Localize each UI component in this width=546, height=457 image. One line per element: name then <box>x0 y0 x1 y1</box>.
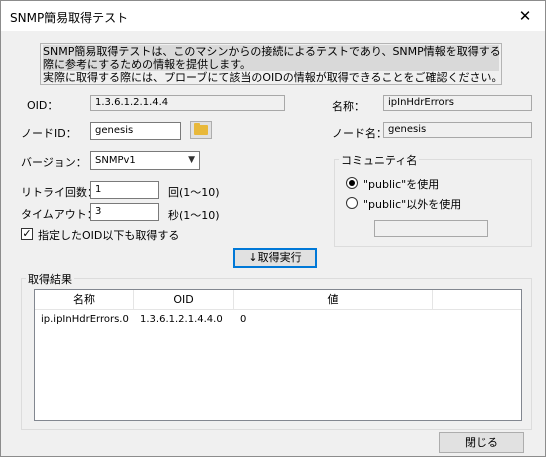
oid-field: 1.3.6.1.2.1.4.4 <box>90 95 285 111</box>
description-line: SNMP簡易取得テストは、このマシンからの接続によるテストであり、SNMP情報を… <box>43 45 501 58</box>
row-name-cell: ip.ipInHdrErrors.0 <box>41 314 129 325</box>
node-id-label: ノードID： <box>21 127 77 140</box>
oid-label: OID： <box>27 99 59 112</box>
window-title: SNMP簡易取得テスト <box>10 11 129 25</box>
retry-input[interactable]: 1 <box>90 181 159 199</box>
retry-label: リトライ回数： <box>21 186 98 199</box>
community-group-title: コミュニティ名 <box>339 152 420 168</box>
column-header-value[interactable]: 値 <box>234 290 433 310</box>
node-name-field: genesis <box>383 122 532 138</box>
timeout-input[interactable]: 3 <box>90 203 159 221</box>
dialog-window: SNMP簡易取得テスト ✕ SNMP簡易取得テストは、このマシンからの接続による… <box>0 0 546 457</box>
node-id-input[interactable]: genesis <box>90 122 181 140</box>
browse-node-button[interactable] <box>190 121 212 139</box>
description-line: 実際に取得する際には、プローブにて該当のOIDの情報が取得できることをご確認くだ… <box>43 71 502 84</box>
retry-unit: 回(1〜10) <box>168 186 220 199</box>
other-community-radio-label: "public"以外を使用 <box>363 198 462 211</box>
close-button[interactable]: 閉じる <box>439 432 524 453</box>
version-selected-value: SNMPv1 <box>95 155 136 166</box>
public-radio[interactable] <box>346 177 358 189</box>
public-radio-label: "public"を使用 <box>363 178 440 191</box>
folder-icon <box>194 123 208 135</box>
table-row[interactable]: ip.ipInHdrErrors.0 1.3.6.1.2.1.4.4.0 0 <box>35 312 521 328</box>
include-below-label: 指定したOID以下も取得する <box>38 229 180 242</box>
include-below-checkbox[interactable]: ✓ <box>21 228 33 240</box>
description-line: 際に参考にするための情報を提供します。 <box>43 58 499 71</box>
timeout-unit: 秒(1〜10) <box>168 209 220 222</box>
name-label: 名称： <box>332 100 365 113</box>
description-box: SNMP簡易取得テストは、このマシンからの接続によるテストであり、SNMP情報を… <box>40 43 502 85</box>
execute-button[interactable]: ↓取得実行 <box>233 248 317 268</box>
results-list[interactable]: 名称 OID 値 ip.ipInHdrErrors.0 1.3.6.1.2.1.… <box>34 289 522 421</box>
close-icon[interactable]: ✕ <box>505 1 545 31</box>
chevron-down-icon: ▼ <box>188 155 195 165</box>
row-value-cell: 0 <box>240 314 247 325</box>
name-field: ipInHdrErrors <box>383 95 532 111</box>
column-header-oid[interactable]: OID <box>134 290 234 310</box>
node-name-label: ノード名： <box>332 127 387 140</box>
other-community-input[interactable] <box>374 220 488 237</box>
title-bar: SNMP簡易取得テスト ✕ <box>1 1 545 31</box>
results-group-title: 取得結果 <box>26 271 74 287</box>
results-list-header: 名称 OID 値 <box>35 290 521 310</box>
version-label: バージョン： <box>21 156 87 169</box>
column-header-name[interactable]: 名称 <box>35 290 134 310</box>
row-oid-cell: 1.3.6.1.2.1.4.4.0 <box>140 314 223 325</box>
column-header-empty <box>433 290 521 310</box>
timeout-label: タイムアウト： <box>21 208 98 221</box>
version-select[interactable]: SNMPv1 ▼ <box>90 151 200 170</box>
other-community-radio[interactable] <box>346 197 358 209</box>
